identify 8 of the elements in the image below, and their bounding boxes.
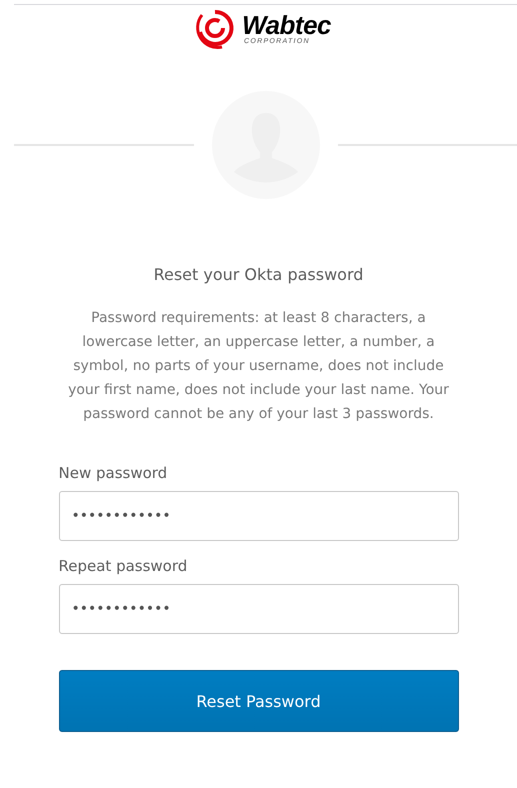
password-requirements: Password requirements: at least 8 characters, a lowercase letter, an uppercase letter, a number, a symbol, no parts of your username, does not include your first name, does not include your last name. Your password cannot be any of your last 3 passwords. [67, 309, 450, 424]
password-field[interactable]: •••••••••••• [58, 584, 458, 634]
logo-name: Wabtec [242, 12, 331, 38]
password-field[interactable]: •••••••••••• [58, 491, 458, 541]
field-label: Repeat password [58, 557, 188, 575]
reset-password-button[interactable]: Reset Password [58, 670, 458, 732]
field-label: New password [58, 464, 168, 482]
form-title: Reset your Okta password [154, 265, 364, 284]
